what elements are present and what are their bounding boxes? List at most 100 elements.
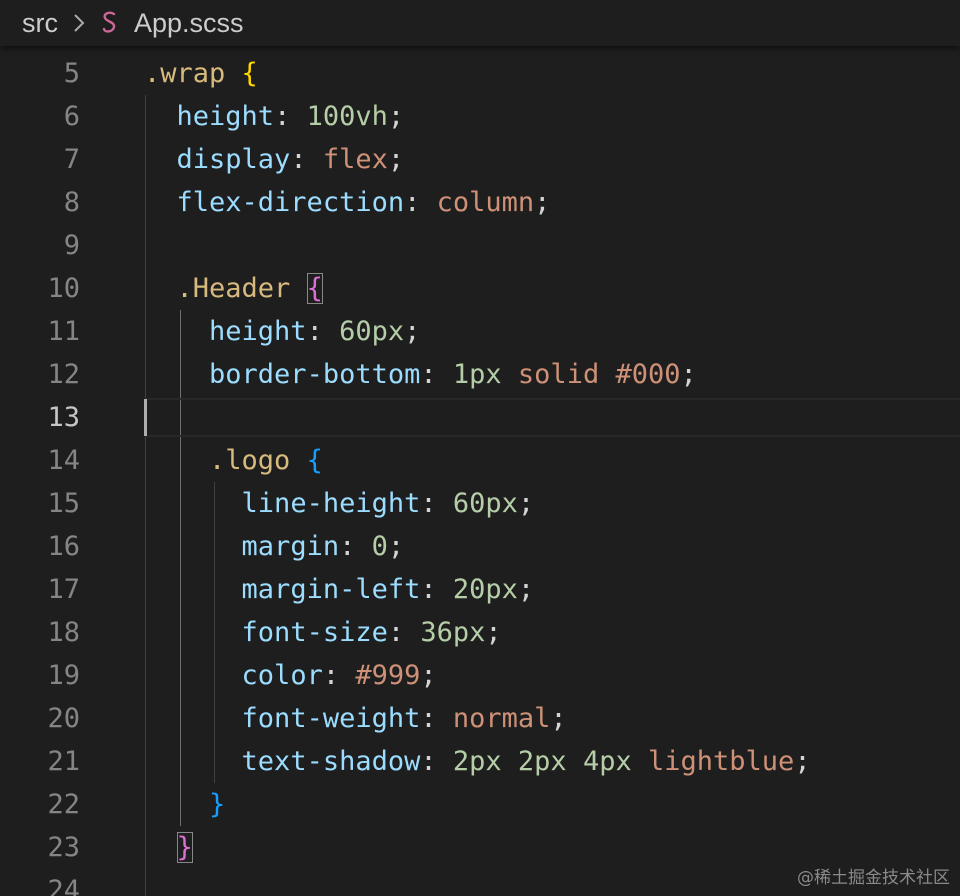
code-token: 1px (452, 359, 502, 390)
line-code: .Header { (144, 267, 323, 310)
code-line[interactable]: 18 font-size: 36px; (0, 611, 960, 654)
line-number: 17 (47, 574, 80, 605)
code-token: font-size (241, 617, 388, 648)
code-line[interactable]: 11 height: 60px; (0, 310, 960, 353)
code-token: display (176, 144, 291, 175)
code-token: .logo (209, 445, 291, 476)
code-token: { (306, 273, 323, 304)
code-line[interactable]: 14 .logo { (0, 439, 960, 482)
line-code: line-height: 60px; (144, 482, 535, 525)
code-token: height (209, 316, 307, 347)
line-number: 7 (63, 144, 80, 175)
line-code: color: #999; (144, 654, 437, 697)
line-number: 10 (47, 273, 80, 304)
code-token: lightblue (648, 746, 795, 777)
line-number: 13 (47, 402, 80, 433)
line-code: .wrap { (144, 52, 258, 95)
line-code: margin-left: 20px; (144, 568, 535, 611)
line-code: display: flex; (144, 138, 405, 181)
code-line[interactable]: 7 display: flex; (0, 138, 960, 181)
code-token: 2px (517, 746, 567, 777)
code-line[interactable]: 9 (0, 224, 960, 267)
code-token: ; (794, 746, 811, 777)
code-token: { (306, 445, 323, 476)
line-code: font-size: 36px; (144, 611, 502, 654)
code-line[interactable]: 22 } (0, 783, 960, 826)
code-token: margin (241, 531, 340, 562)
code-token: : (420, 359, 453, 390)
sass-file-icon (100, 10, 120, 36)
line-number: 11 (47, 316, 80, 347)
code-token: : (420, 488, 453, 519)
code-line[interactable]: 17 margin-left: 20px; (0, 568, 960, 611)
code-editor[interactable]: 5 .wrap {6 height: 100vh; 7 display: flex;… (0, 52, 960, 896)
breadcrumb-file[interactable]: App.scss (134, 8, 244, 39)
code-token: solid (517, 359, 600, 390)
code-token: 4px (582, 746, 632, 777)
code-token: : (420, 746, 453, 777)
line-code: } (144, 826, 193, 869)
chevron-right-icon (72, 12, 86, 34)
code-token: 60px (452, 488, 518, 519)
code-token: #999 (355, 660, 421, 691)
code-token: margin-left (241, 574, 421, 605)
code-line[interactable]: 5 .wrap { (0, 52, 960, 95)
line-code: } (144, 783, 225, 826)
line-code: flex-direction: column; (144, 181, 551, 224)
code-line[interactable]: 13 (0, 396, 960, 439)
code-token: { (241, 58, 258, 89)
code-line[interactable]: 21 text-shadow: 2px 2px 4px lightblue; (0, 740, 960, 783)
code-token: ; (387, 531, 405, 562)
line-number: 23 (47, 832, 80, 863)
code-token: normal (452, 703, 551, 734)
code-token: : (306, 316, 340, 347)
code-line[interactable]: 6 height: 100vh; (0, 95, 960, 138)
code-token: 36px (420, 617, 486, 648)
code-line[interactable]: 10 .Header { (0, 267, 960, 310)
code-token: : (420, 703, 453, 734)
code-token: ; (517, 488, 535, 519)
code-token: #000 (615, 359, 681, 390)
code-line[interactable]: 8 flex-direction: column; (0, 181, 960, 224)
line-code: height: 100vh; (144, 95, 405, 138)
code-line[interactable]: 19 color: #999; (0, 654, 960, 697)
line-number: 21 (47, 746, 80, 777)
code-token: color (241, 660, 323, 691)
code-line[interactable]: 20 font-weight: normal; (0, 697, 960, 740)
code-token: text-shadow (241, 746, 421, 777)
code-line[interactable]: 16 margin: 0; (0, 525, 960, 568)
code-token: : (387, 617, 421, 648)
code-token: ; (485, 617, 502, 648)
line-number: 12 (47, 359, 80, 390)
code-token: font-weight (241, 703, 421, 734)
code-line[interactable]: 15 line-height: 60px; (0, 482, 960, 525)
code-token: ; (680, 359, 697, 390)
line-code: font-weight: normal; (144, 697, 567, 740)
code-token: : (404, 187, 437, 218)
code-token: ; (550, 703, 567, 734)
code-line[interactable]: 12 border-bottom: 1px solid #000; (0, 353, 960, 396)
code-token: } (176, 832, 193, 863)
line-number: 6 (63, 101, 80, 132)
code-token: .Header (176, 273, 291, 304)
breadcrumb-folder[interactable]: src (22, 8, 58, 39)
line-code: margin: 0; (144, 525, 405, 568)
code-token: column (436, 187, 535, 218)
